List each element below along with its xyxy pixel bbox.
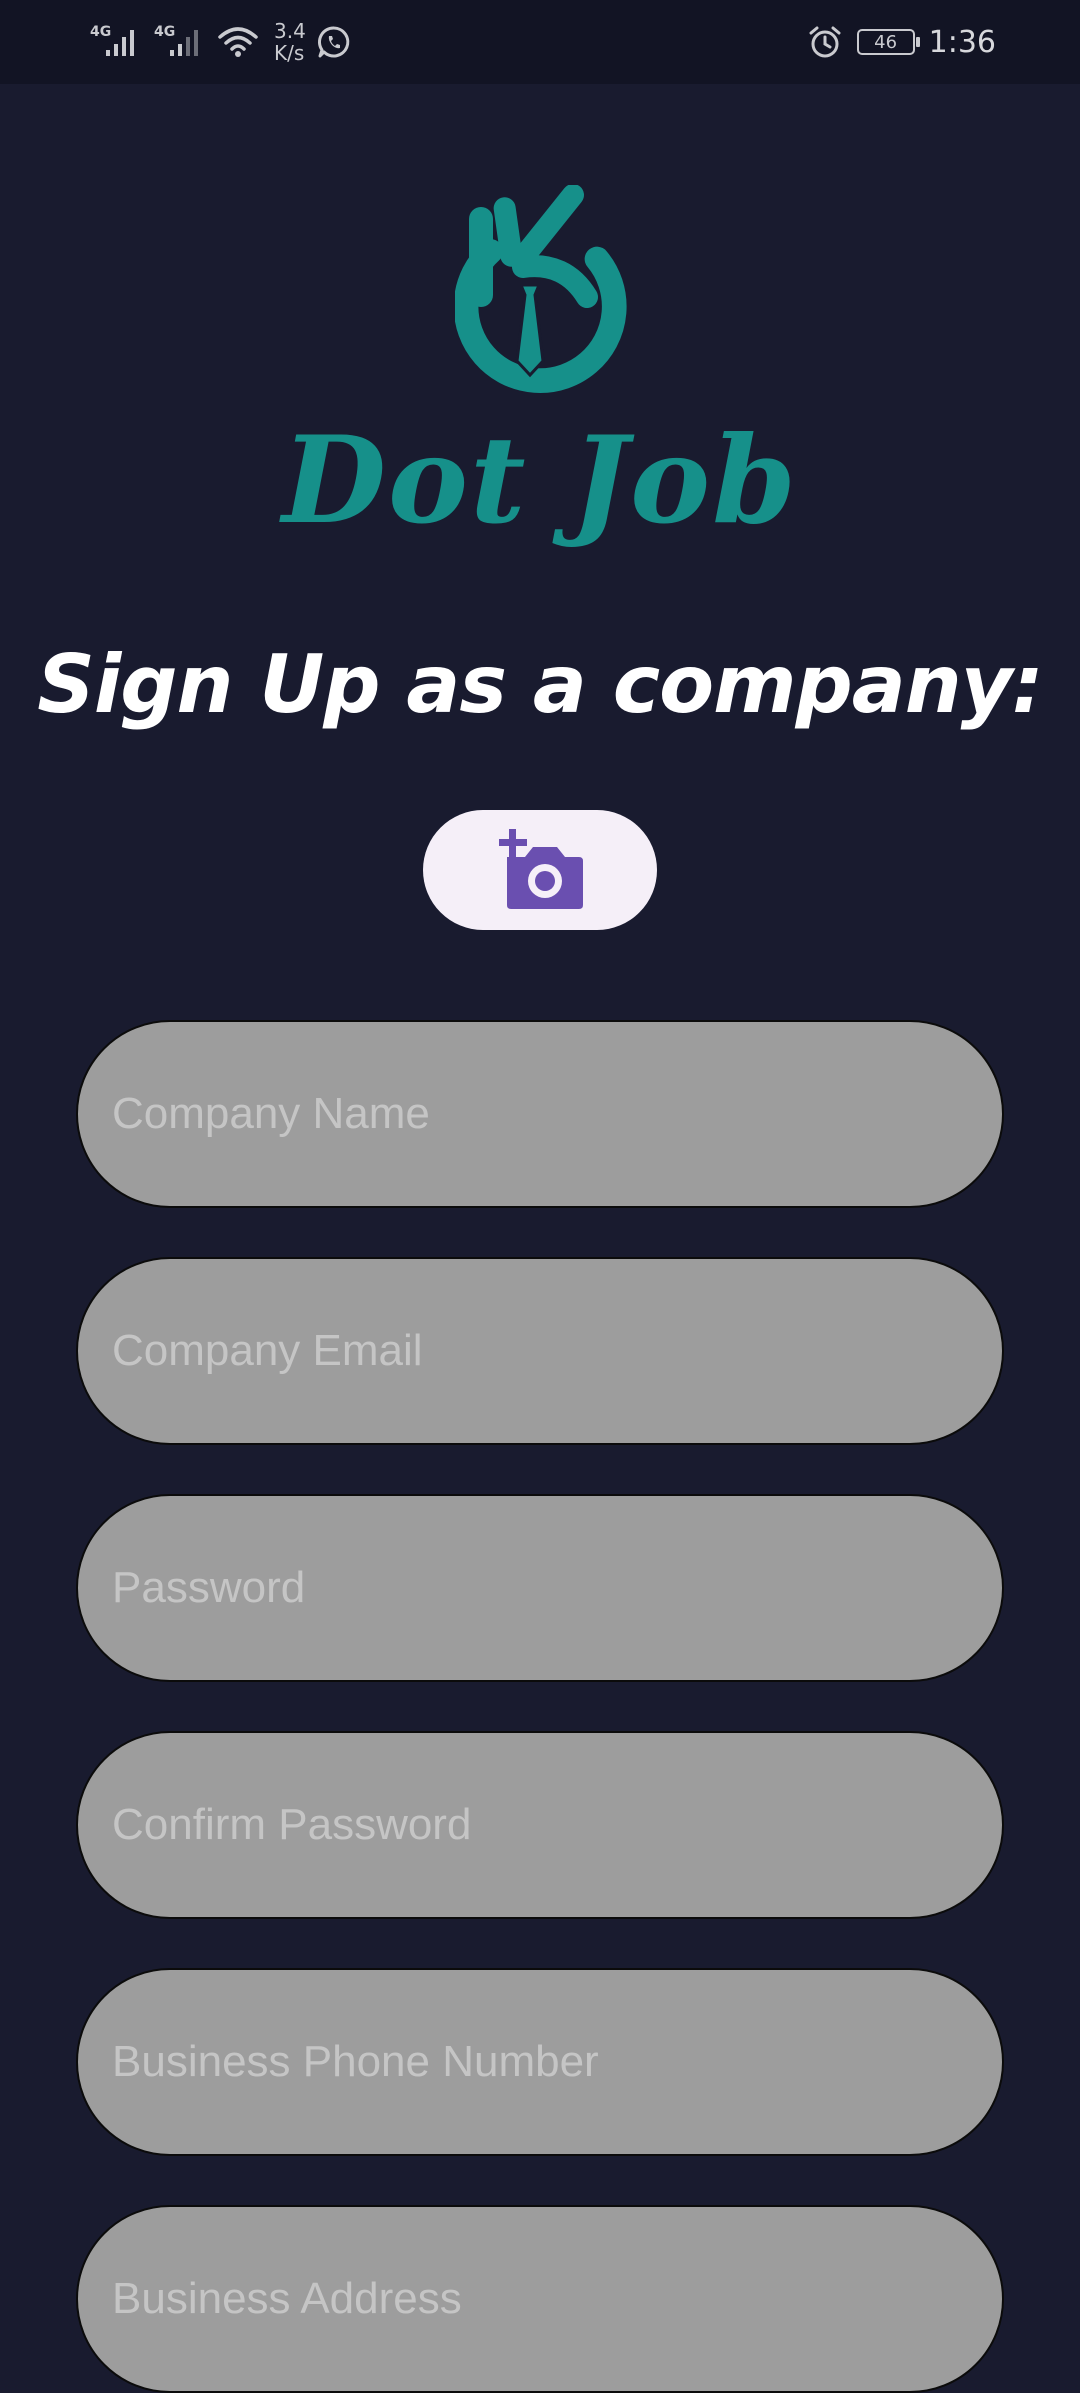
add-photo-button[interactable] — [423, 810, 657, 930]
status-bar: 4G 4G 3.4 K/s 46 1:36 — [0, 0, 1080, 84]
confirm-password-field[interactable] — [76, 1731, 1004, 1919]
company-name-field[interactable] — [76, 1020, 1004, 1208]
status-bar-right: 46 1:36 — [807, 18, 996, 66]
page-title: Sign Up as a company: — [37, 638, 1044, 731]
business-address-field[interactable] — [76, 2205, 1004, 2393]
business-phone-input[interactable] — [78, 1970, 1002, 2154]
alarm-icon — [809, 26, 841, 58]
app-logo-text: Dot Job — [281, 410, 799, 551]
whatsapp-icon — [317, 26, 350, 58]
password-input[interactable] — [78, 1496, 1002, 1680]
business-phone-field[interactable] — [76, 1968, 1004, 2156]
network-speed-value: 3.4 — [274, 19, 306, 43]
battery-level: 46 — [874, 31, 898, 53]
confirm-password-input[interactable] — [78, 1733, 1002, 1917]
company-name-input[interactable] — [78, 1022, 1002, 1206]
status-bar-left: 4G 4G 3.4 K/s — [90, 18, 352, 66]
company-email-field[interactable] — [76, 1257, 1004, 1445]
battery-icon: 46 — [856, 29, 920, 55]
status-time: 1:36 — [928, 24, 996, 60]
dot-job-logo-icon — [455, 185, 627, 393]
network-speed-unit: K/s — [274, 41, 305, 65]
add-photo-icon — [499, 829, 583, 909]
password-field[interactable] — [76, 1494, 1004, 1682]
signal-icon: 4G — [90, 22, 144, 62]
signal-icon: 4G — [154, 22, 208, 62]
network-speed: 3.4 K/s — [274, 20, 306, 64]
business-address-input[interactable] — [78, 2207, 1002, 2391]
company-email-input[interactable] — [78, 1259, 1002, 1443]
wifi-icon — [218, 27, 258, 57]
